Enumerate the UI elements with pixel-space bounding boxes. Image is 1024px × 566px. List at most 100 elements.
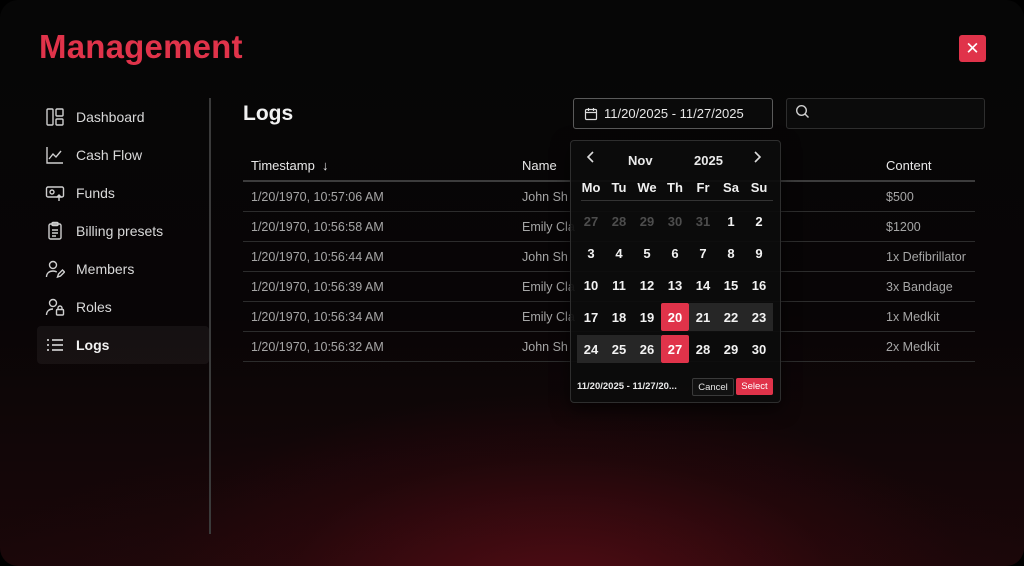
cell-content: $1200 <box>886 220 921 234</box>
cell-content: $500 <box>886 190 914 204</box>
calendar-day[interactable]: 28 <box>689 335 717 363</box>
calendar-day[interactable]: 18 <box>605 303 633 331</box>
calendar-day[interactable]: 19 <box>633 303 661 331</box>
calendar-day[interactable]: 6 <box>661 239 689 267</box>
members-icon <box>45 259 65 279</box>
calendar-day[interactable]: 13 <box>661 271 689 299</box>
sidebar-item-label: Cash Flow <box>76 147 143 163</box>
search-icon <box>795 104 810 124</box>
sidebar-item-label: Funds <box>76 185 115 201</box>
sidebar-item-dashboard[interactable]: Dashboard <box>37 98 209 136</box>
chevron-right-icon[interactable] <box>751 150 763 167</box>
calendar-day[interactable]: 11 <box>605 271 633 299</box>
calendar-day[interactable]: 31 <box>689 207 717 235</box>
chevron-left-icon[interactable] <box>585 150 597 167</box>
column-header-label: Timestamp <box>251 158 315 173</box>
sidebar-item-label: Roles <box>76 299 112 315</box>
weekday-label: Th <box>667 180 683 195</box>
calendar-day[interactable]: 25 <box>605 335 633 363</box>
sidebar-item-label: Billing presets <box>76 223 164 239</box>
calendar-grid: 27 28 29 30 31 1 2 3 4 5 6 7 8 9 10 11 12 13 14 15 16 17 18 19 2… <box>577 205 773 365</box>
cell-name: John Sh <box>522 190 568 204</box>
close-button[interactable]: ✕ <box>959 35 986 62</box>
sidebar-item-label: Logs <box>76 337 110 353</box>
calendar-day[interactable]: 4 <box>605 239 633 267</box>
cell-timestamp: 1/20/1970, 10:56:44 AM <box>251 250 384 264</box>
search-input[interactable] <box>816 105 980 122</box>
sidebar-item-label: Members <box>76 261 135 277</box>
sidebar-item-billing-presets[interactable]: Billing presets <box>37 212 209 250</box>
calendar-day[interactable]: 21 <box>689 303 717 331</box>
sidebar: Dashboard Cash Flow Funds Billing preset… <box>37 98 209 364</box>
sidebar-item-roles[interactable]: Roles <box>37 288 209 326</box>
calendar-header: Nov 2025 <box>571 149 780 171</box>
calendar-week: 24 25 26 27 28 29 30 <box>577 333 773 365</box>
date-range-value: 11/20/2025 - 11/27/2025 <box>604 106 744 121</box>
calendar-range-text: 11/20/2025 - 11/27/20... <box>577 381 677 392</box>
calendar-day[interactable]: 30 <box>745 335 773 363</box>
sidebar-item-members[interactable]: Members <box>37 250 209 288</box>
calendar-day[interactable]: 14 <box>689 271 717 299</box>
calendar-day[interactable]: 23 <box>745 303 773 331</box>
roles-icon <box>45 297 65 317</box>
select-button[interactable]: Select <box>736 378 773 395</box>
calendar-day[interactable]: 30 <box>661 207 689 235</box>
calendar-day[interactable]: 27 <box>577 207 605 235</box>
calendar-day[interactable]: 3 <box>577 239 605 267</box>
date-range-picker[interactable]: 11/20/2025 - 11/27/2025 <box>573 98 773 129</box>
calendar-day[interactable]: 29 <box>633 207 661 235</box>
calendar-day[interactable]: 26 <box>633 335 661 363</box>
sort-desc-icon: ↓ <box>322 158 329 173</box>
column-header-timestamp[interactable]: Timestamp ↓ <box>251 158 329 173</box>
calendar-year[interactable]: 2025 <box>694 153 723 168</box>
app-title: Management <box>39 28 243 65</box>
calendar-weekdays: Mo Tu We Th Fr Sa Su <box>577 180 773 195</box>
calendar-day[interactable]: 1 <box>717 207 745 235</box>
cell-content: 1x Medkit <box>886 310 940 324</box>
weekday-label: Sa <box>723 180 739 195</box>
sidebar-item-logs[interactable]: Logs <box>37 326 209 364</box>
calendar-icon <box>584 107 598 121</box>
calendar-day[interactable]: 24 <box>577 335 605 363</box>
search-box[interactable] <box>786 98 985 129</box>
calendar-week: 27 28 29 30 31 1 2 <box>577 205 773 237</box>
calendar-month[interactable]: Nov <box>628 153 653 168</box>
weekday-label: Su <box>750 180 768 195</box>
list-icon <box>45 335 65 355</box>
cell-name: Emily Cla <box>522 220 575 234</box>
calendar-week: 17 18 19 20 21 22 23 <box>577 301 773 333</box>
calendar-day[interactable]: 5 <box>633 239 661 267</box>
calendar-day[interactable]: 22 <box>717 303 745 331</box>
calendar-week: 10 11 12 13 14 15 16 <box>577 269 773 301</box>
calendar-day[interactable]: 27 <box>661 335 689 363</box>
cancel-button[interactable]: Cancel <box>692 378 734 396</box>
calendar-day[interactable]: 10 <box>577 271 605 299</box>
calendar-day[interactable]: 7 <box>689 239 717 267</box>
calendar-day[interactable]: 2 <box>745 207 773 235</box>
calendar-day[interactable]: 15 <box>717 271 745 299</box>
cell-name: John Sh <box>522 340 568 354</box>
calendar-day[interactable]: 29 <box>717 335 745 363</box>
calendar-day[interactable]: 17 <box>577 303 605 331</box>
management-window: Management ✕ Dashboard Cash Flow Funds B… <box>0 0 1024 566</box>
calendar-day[interactable]: 28 <box>605 207 633 235</box>
calendar-day[interactable]: 9 <box>745 239 773 267</box>
calendar-divider <box>581 200 773 201</box>
dashboard-icon <box>45 107 65 127</box>
cell-content: 1x Defibrillator <box>886 250 966 264</box>
calendar-week: 3456789 <box>577 237 773 269</box>
sidebar-item-funds[interactable]: Funds <box>37 174 209 212</box>
calendar-day[interactable]: 8 <box>717 239 745 267</box>
cell-name: Emily Cla <box>522 310 575 324</box>
column-header-content[interactable]: Content <box>886 158 932 173</box>
column-header-name[interactable]: Name <box>522 158 557 173</box>
weekday-label: Fr <box>696 180 710 195</box>
funds-icon <box>45 183 65 203</box>
clipboard-icon <box>45 221 65 241</box>
calendar-day[interactable]: 16 <box>745 271 773 299</box>
sidebar-item-cash-flow[interactable]: Cash Flow <box>37 136 209 174</box>
calendar-day[interactable]: 12 <box>633 271 661 299</box>
calendar-day[interactable]: 20 <box>661 303 689 331</box>
cell-timestamp: 1/20/1970, 10:57:06 AM <box>251 190 384 204</box>
page-title: Logs <box>243 102 294 125</box>
